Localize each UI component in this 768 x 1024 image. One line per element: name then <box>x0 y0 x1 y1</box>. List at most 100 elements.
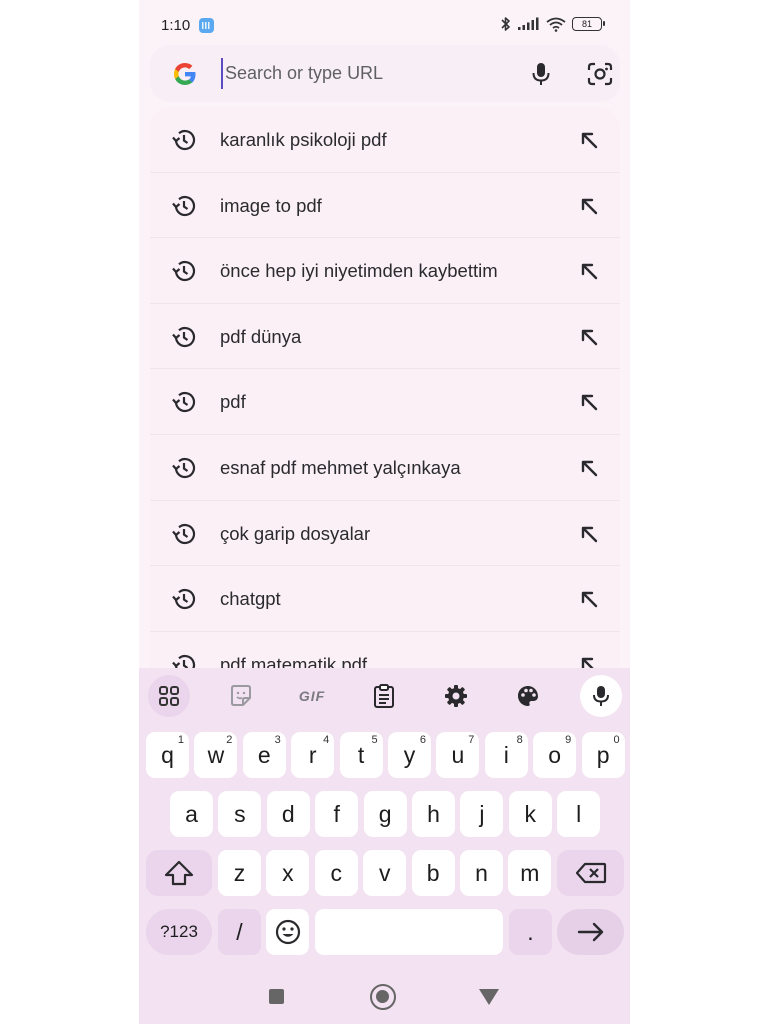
suggestion-text: pdf <box>220 391 246 413</box>
key-label: h <box>427 800 440 827</box>
key-j[interactable]: j <box>460 791 504 837</box>
fill-query-arrow-icon[interactable] <box>577 259 601 283</box>
emoji-key[interactable] <box>266 909 309 955</box>
key-hint-number: 2 <box>226 734 233 746</box>
key-l[interactable]: l <box>557 791 601 837</box>
gif-label: GIF <box>298 688 326 704</box>
suggestion-row[interactable]: pdf <box>150 369 620 435</box>
settings-button[interactable] <box>440 680 472 712</box>
key-m[interactable]: m <box>508 850 552 896</box>
suggestion-row[interactable]: pdf matematik pdf <box>150 632 620 668</box>
key-i[interactable]: i8 <box>484 732 528 778</box>
key-label: w <box>207 741 225 768</box>
shift-icon <box>164 860 194 886</box>
period-key[interactable]: . <box>509 909 552 955</box>
history-icon <box>172 392 196 413</box>
recents-button[interactable] <box>269 989 284 1004</box>
key-label: u <box>451 741 465 768</box>
fill-query-arrow-icon[interactable] <box>577 522 601 546</box>
backspace-key[interactable] <box>557 850 624 896</box>
key-f[interactable]: f <box>315 791 359 837</box>
key-u[interactable]: u7 <box>436 732 480 778</box>
phone-screen: 1:10 81 Search or type URL karanlık psik… <box>139 0 630 1024</box>
shift-key[interactable] <box>146 850 212 896</box>
suggestion-row[interactable]: önce hep iyi niyetimden kaybettim <box>150 238 620 304</box>
key-label: c <box>330 859 343 886</box>
suggestion-row[interactable]: chatgpt <box>150 566 620 632</box>
space-key[interactable] <box>315 909 503 955</box>
voice-search-mic-icon[interactable] <box>529 61 553 87</box>
suggestion-row[interactable]: karanlık psikoloji pdf <box>150 107 620 173</box>
key-e[interactable]: e3 <box>242 732 286 778</box>
keyboard-voice-button[interactable] <box>580 675 622 717</box>
fill-query-arrow-icon[interactable] <box>577 194 601 218</box>
symbols-key[interactable]: ?123 <box>146 909 212 955</box>
suggestion-text: önce hep iyi niyetimden kaybettim <box>220 260 498 282</box>
enter-go-key[interactable] <box>557 909 624 955</box>
key-hint-number: 5 <box>371 734 378 746</box>
fill-query-arrow-icon[interactable] <box>577 456 601 480</box>
fill-query-arrow-icon[interactable] <box>577 325 601 349</box>
suggestion-row[interactable]: image to pdf <box>150 173 620 239</box>
theme-button[interactable] <box>512 680 544 712</box>
apps-grid-icon <box>159 686 179 706</box>
key-v[interactable]: v <box>363 850 407 896</box>
status-bar: 1:10 81 <box>139 0 630 46</box>
key-b[interactable]: b <box>411 850 455 896</box>
key-h[interactable]: h <box>412 791 455 837</box>
key-n[interactable]: n <box>460 850 503 896</box>
key-w[interactable]: w2 <box>194 732 238 778</box>
bluetooth-icon <box>501 17 510 31</box>
key-label: o <box>548 741 562 768</box>
key-label: ?123 <box>160 922 198 941</box>
suggestion-row[interactable]: esnaf pdf mehmet yalçınkaya <box>150 435 620 501</box>
key-y[interactable]: y6 <box>388 732 431 778</box>
suggestion-text: çok garip dosyalar <box>220 522 371 544</box>
key-label: v <box>378 859 391 886</box>
fill-query-arrow-icon[interactable] <box>577 390 601 414</box>
back-button[interactable] <box>479 989 499 1005</box>
history-icon <box>172 523 196 544</box>
key-label: l <box>576 800 582 827</box>
key-label: f <box>333 800 340 827</box>
home-button[interactable] <box>370 984 396 1010</box>
suggestion-row[interactable]: pdf dünya <box>150 304 620 370</box>
key-t[interactable]: t5 <box>339 732 383 778</box>
key-label: k <box>524 800 537 827</box>
key-label: s <box>234 800 246 827</box>
key-p[interactable]: p0 <box>581 732 625 778</box>
suggestion-text: image to pdf <box>220 194 322 216</box>
history-icon <box>172 589 196 610</box>
slash-key[interactable]: / <box>218 909 261 955</box>
key-x[interactable]: x <box>266 850 310 896</box>
history-icon <box>172 457 196 479</box>
key-q[interactable]: q1 <box>146 732 189 778</box>
key-label: r <box>308 741 317 768</box>
key-k[interactable]: k <box>508 791 552 837</box>
keyboard-apps-button[interactable] <box>148 675 190 717</box>
key-d[interactable]: d <box>266 791 310 837</box>
lens-camera-icon[interactable] <box>587 62 613 86</box>
fill-query-arrow-icon[interactable] <box>577 587 601 611</box>
arrow-right-icon <box>577 922 603 942</box>
keyboard-notification-icon <box>199 18 214 33</box>
key-s[interactable]: s <box>218 791 262 837</box>
fill-query-arrow-icon[interactable] <box>577 653 601 668</box>
google-logo-icon <box>174 63 196 85</box>
key-z[interactable]: z <box>218 850 261 896</box>
key-a[interactable]: a <box>170 791 213 837</box>
suggestion-row[interactable]: çok garip dosyalar <box>150 501 620 567</box>
clipboard-button[interactable] <box>368 680 400 712</box>
sticker-button[interactable] <box>225 680 257 712</box>
suggestion-text: pdf matematik pdf <box>220 653 368 668</box>
key-o[interactable]: o9 <box>533 732 577 778</box>
key-c[interactable]: c <box>314 850 358 896</box>
fill-query-arrow-icon[interactable] <box>577 128 601 152</box>
key-g[interactable]: g <box>363 791 407 837</box>
gif-button[interactable]: GIF <box>296 680 328 712</box>
search-input[interactable] <box>221 58 501 89</box>
key-r[interactable]: r4 <box>291 732 335 778</box>
suggestion-text: pdf dünya <box>220 325 302 347</box>
search-bar[interactable] <box>150 45 620 102</box>
sticker-icon <box>231 685 251 706</box>
